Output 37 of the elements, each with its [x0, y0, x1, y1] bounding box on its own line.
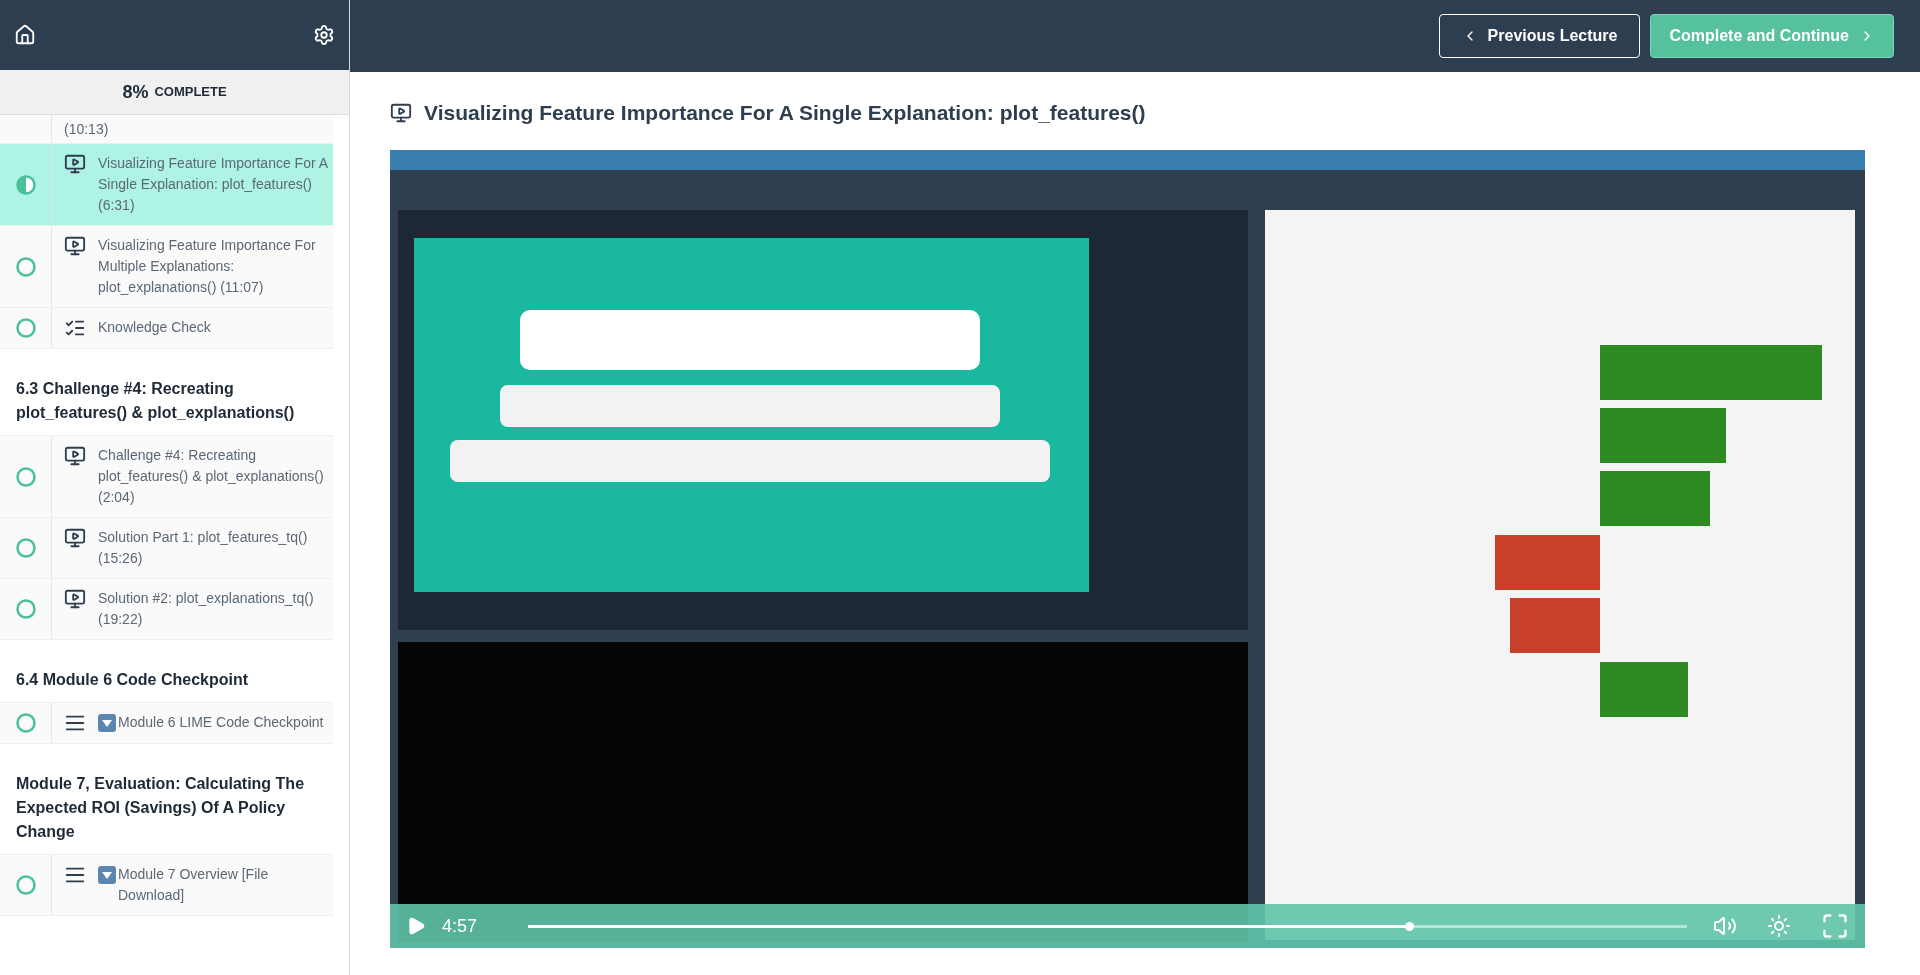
lecture-item[interactable]: Visualizing Feature Importance For A Single Explanation: plot_features() (6:31): [0, 144, 333, 226]
lecture-title: Visualizing Feature Importance For Multiple Explanations: plot_explanations() (11:07): [98, 236, 317, 297]
lecture-heading: Visualizing Feature Importance For A Single Explanation: plot_features(): [424, 100, 1146, 127]
video-lesson-icon: [64, 588, 86, 610]
section-heading: 6.3 Challenge #4: Recreating plot_features() & plot_explanations(): [16, 380, 295, 421]
play-icon[interactable]: [406, 916, 426, 936]
section-heading: 6.4 Module 6 Code Checkpoint: [16, 671, 249, 688]
video-lesson-icon: [64, 527, 86, 549]
video-lesson-icon: [64, 445, 86, 467]
volume-icon[interactable]: [1713, 914, 1737, 938]
lecture-duration: (10:13): [63, 120, 109, 139]
lecture-title: Solution Part 1: plot_features_tq() (15:26): [98, 528, 309, 568]
lecture-item[interactable]: Module 6 LIME Code Checkpoint: [0, 703, 333, 744]
lecture-item[interactable]: Module 7 Overview [File Download]: [0, 855, 333, 916]
progress-percent: 8%: [122, 80, 149, 104]
lecture-title: Challenge #4: Recreating plot_features() & plot_explanations() (2:04): [98, 446, 325, 507]
lecture-item[interactable]: Visualizing Feature Importance For Multiple Explanations: plot_explanations() (11:07): [0, 226, 333, 308]
progress-label: COMPLETE: [154, 83, 227, 102]
progress-thumb[interactable]: [1404, 921, 1414, 931]
section-heading: Module 7, Evaluation: Calculating The Expected ROI (Savings) Of A Policy Change: [16, 775, 305, 840]
current-time: 4:57: [442, 914, 479, 938]
video-lesson-icon: [64, 153, 86, 175]
lecture-title: Visualizing Feature Importance For A Single Explanation: plot_features() (6:31): [98, 154, 329, 215]
previous-lecture-button[interactable]: Previous Lecture: [1438, 14, 1641, 58]
lecture-item[interactable]: Knowledge Check: [0, 308, 333, 349]
fullscreen-icon[interactable]: [1821, 912, 1849, 940]
progress-track[interactable]: [528, 924, 1687, 928]
lecture-item[interactable]: Solution Part 1: plot_features_tq() (15:26): [0, 518, 333, 579]
lecture-title: Solution #2: plot_explanations_tq() (19:22): [98, 589, 315, 629]
lecture-item[interactable]: Solution #2: plot_explanations_tq() (19:22): [0, 579, 333, 640]
lecture-item[interactable]: Challenge #4: Recreating plot_features() & plot_explanations() (2:04): [0, 436, 333, 518]
lecture-title: Module 6 LIME Code Checkpoint: [118, 713, 325, 732]
home-icon[interactable]: [14, 24, 36, 46]
video-lesson-icon: [64, 235, 86, 257]
lecture-title: Module 7 Overview [File Download]: [118, 865, 270, 905]
video-lesson-icon: [390, 102, 412, 124]
lecture-title: Knowledge Check: [98, 318, 212, 337]
